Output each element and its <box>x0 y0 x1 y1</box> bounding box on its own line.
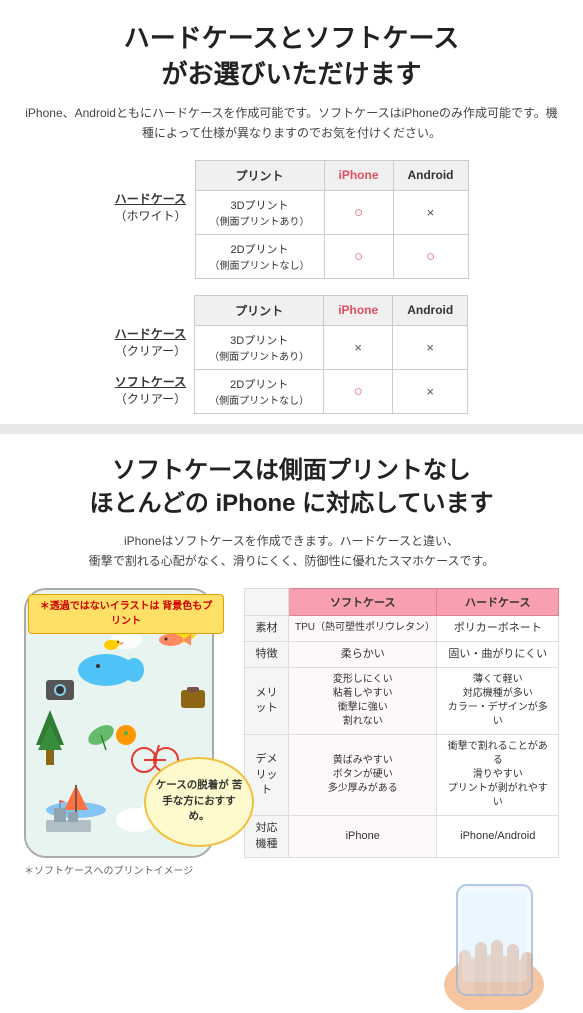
phone-image-wrapper: ＊透過ではないイラストは 背景色もプリント <box>24 588 224 877</box>
compare-hard-models: iPhone/Android <box>437 816 559 858</box>
compare-hard-demerit: 衝撃で割れることがある滑りやすいプリントが剥がれやすい <box>437 735 559 816</box>
table2-group1-label: ハードケース （クリアー） <box>115 325 186 359</box>
table1-row2-iphone: ○ <box>324 234 393 278</box>
table2-row2-android: × <box>393 369 468 413</box>
compare-row-demerit: デメリット 黄ばみやすいボタンが硬い多少厚みがある 衝撃で割れることがある滑りや… <box>245 735 559 816</box>
table2-col-header-print: プリント <box>195 295 324 325</box>
main-title: ハードケースとソフトケース がお選びいただけます <box>20 20 563 93</box>
section1: ハードケースとソフトケース がお選びいただけます iPhone、Androidと… <box>0 0 583 424</box>
compare-soft-feature: 柔らかい <box>289 641 437 667</box>
table1-row2-android: ○ <box>393 234 468 278</box>
clear-phone-wrapper <box>429 870 559 1000</box>
table2-group: ハードケース （クリアー） ソフトケース （クリアー） プリント iPhone … <box>20 295 563 414</box>
table2-outer: プリント iPhone Android 3Dプリント（側面プリントあり） × ×… <box>194 295 468 414</box>
compare-header-hard: ハードケース <box>437 588 559 615</box>
table2-row1-iphone: × <box>324 325 393 369</box>
compare-hard-feature: 固い・曲がりにくい <box>437 641 559 667</box>
compare-table-column: ソフトケース ハードケース 素材 TPU（熱可塑性ポリウレタン） ポリカーボネー… <box>244 588 559 1001</box>
table2-row2: 2Dプリント（側面プリントなし） ○ × <box>195 369 468 413</box>
table2-row2-iphone: ○ <box>324 369 393 413</box>
compare-row-feature: 特徴 柔らかい 固い・曲がりにくい <box>245 641 559 667</box>
table1: プリント iPhone Android 3Dプリント（側面プリントあり） ○ ×… <box>195 160 469 279</box>
clear-phone-section <box>244 870 559 1000</box>
phone-image-column: ＊透過ではないイラストは 背景色もプリント <box>24 588 244 877</box>
table2-col-header-android: Android <box>393 295 468 325</box>
col-header-print: プリント <box>195 160 324 190</box>
bubble-label: ケースの脱着が 苦手な方におすすめ。 <box>144 757 254 847</box>
compare-soft-models: iPhone <box>289 816 437 858</box>
section-divider <box>0 424 583 434</box>
table2-group2-label: ソフトケース （クリアー） <box>115 373 186 407</box>
compare-label-merit: メリット <box>245 668 289 735</box>
compare-header-soft: ソフトケース <box>289 588 437 615</box>
table1-row1-iphone: ○ <box>324 190 393 234</box>
table1-row2: 2Dプリント（側面プリントなし） ○ ○ <box>195 234 468 278</box>
table1-row1: 3Dプリント（側面プリントあり） ○ × <box>195 190 468 234</box>
table2-side-labels: ハードケース （クリアー） ソフトケース （クリアー） <box>115 295 186 407</box>
col-header-android: Android <box>393 160 468 190</box>
clear-phone-svg <box>429 870 559 1010</box>
compare-label-models: 対応機種 <box>245 816 289 858</box>
table2-row1-android: × <box>393 325 468 369</box>
table2-row2-label: 2Dプリント（側面プリントなし） <box>195 369 324 413</box>
table2-row1-label: 3Dプリント（側面プリントあり） <box>195 325 324 369</box>
compare-row-material: 素材 TPU（熱可塑性ポリウレタン） ポリカーボネート <box>245 615 559 641</box>
table1-group: ハードケース （ホワイト） プリント iPhone Android 3Dプリント… <box>20 160 563 279</box>
compare-soft-merit: 変形しにくい粘着しやすい衝撃に強い割れない <box>289 668 437 735</box>
table2-col-header-iphone: iPhone <box>324 295 393 325</box>
section1-subtitle: iPhone、Androidともにハードケースを作成可能です。ソフトケースはiP… <box>20 103 563 144</box>
table1-row2-label: 2Dプリント（側面プリントなし） <box>195 234 324 278</box>
section2-subtitle: iPhoneはソフトケースを作成できます。ハードケースと違い、 衝撃で割れる心配… <box>16 531 567 572</box>
compare-hard-merit: 薄くて軽い対応機種が多いカラー・デザインが多い <box>437 668 559 735</box>
compare-header-empty <box>245 588 289 615</box>
table1-row1-label: 3Dプリント（側面プリントあり） <box>195 190 324 234</box>
section2-title: ソフトケースは側面プリントなし ほとんどの iPhone に対応しています <box>16 454 567 521</box>
compare-hard-material: ポリカーボネート <box>437 615 559 641</box>
compare-label-feature: 特徴 <box>245 641 289 667</box>
compare-soft-material: TPU（熱可塑性ポリウレタン） <box>289 615 437 641</box>
col-header-iphone: iPhone <box>324 160 393 190</box>
table2-row1: 3Dプリント（側面プリントあり） × × <box>195 325 468 369</box>
table2: プリント iPhone Android 3Dプリント（側面プリントあり） × ×… <box>194 295 468 414</box>
phone-caption: ＊ソフトケースへのプリントイメージ <box>24 862 224 877</box>
table1-side-labels: ハードケース （ホワイト） <box>114 160 186 244</box>
compare-label-material: 素材 <box>245 615 289 641</box>
table1-outer: プリント iPhone Android 3Dプリント（側面プリントあり） ○ ×… <box>195 160 469 279</box>
compare-row-merit: メリット 変形しにくい粘着しやすい衝撃に強い割れない 薄くて軽い対応機種が多いカ… <box>245 668 559 735</box>
table1-row1-android: × <box>393 190 468 234</box>
section2-content: ＊透過ではないイラストは 背景色もプリント <box>16 588 567 1001</box>
sticker-label: ＊透過ではないイラストは 背景色もプリント <box>28 594 224 634</box>
table1-group1-label: ハードケース （ホワイト） <box>114 190 186 224</box>
compare-table: ソフトケース ハードケース 素材 TPU（熱可塑性ポリウレタン） ポリカーボネー… <box>244 588 559 859</box>
compare-row-models: 対応機種 iPhone iPhone/Android <box>245 816 559 858</box>
compare-soft-demerit: 黄ばみやすいボタンが硬い多少厚みがある <box>289 735 437 816</box>
section2: ソフトケースは側面プリントなし ほとんどの iPhone に対応しています iP… <box>0 434 583 1011</box>
